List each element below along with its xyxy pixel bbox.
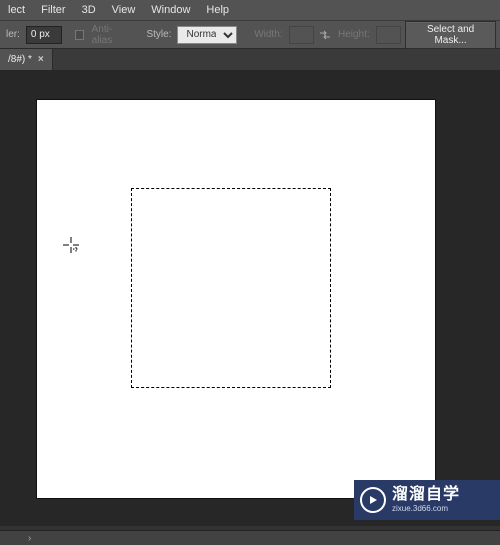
chevron-right-icon[interactable]: › [28,533,31,544]
document-tab-bar: /8#) * × [0,48,500,70]
menu-item-window[interactable]: Window [143,1,198,19]
watermark-banner: 溜溜自学 zixue.3d66.com [354,480,500,520]
style-select[interactable]: Normal [177,26,237,44]
menu-item-3d[interactable]: 3D [74,1,104,19]
close-tab-icon[interactable]: × [38,54,44,65]
select-and-mask-button[interactable]: Select and Mask... [405,21,496,49]
menu-item-view[interactable]: View [104,1,144,19]
marquee-selection [131,188,331,388]
menu-item-filter[interactable]: Filter [33,1,73,19]
menu-bar: lect Filter 3D View Window Help [0,0,500,20]
play-icon [360,487,386,513]
feather-label: ler: [4,29,22,40]
antialias-label: Anti-alias [90,24,128,46]
document-tab[interactable]: /8#) * × [0,49,53,70]
swap-dimensions-icon[interactable] [318,27,332,43]
height-label: Height: [336,29,372,40]
height-input[interactable] [376,26,401,44]
work-area [0,70,500,530]
watermark-subtext: zixue.3d66.com [392,505,460,513]
options-bar: ler: Anti-alias Style: Normal Width: Hei… [0,20,500,48]
menu-item-help[interactable]: Help [198,1,237,19]
document-tab-title: /8#) * [8,54,32,65]
watermark-brand: 溜溜自学 [392,487,460,503]
style-label: Style: [144,29,173,40]
bottom-scrollbar[interactable] [0,530,500,545]
menu-item-select[interactable]: lect [0,1,33,19]
antialias-checkbox[interactable] [75,30,84,40]
width-label: Width: [252,29,284,40]
feather-input[interactable] [26,26,62,44]
width-input[interactable] [289,26,314,44]
